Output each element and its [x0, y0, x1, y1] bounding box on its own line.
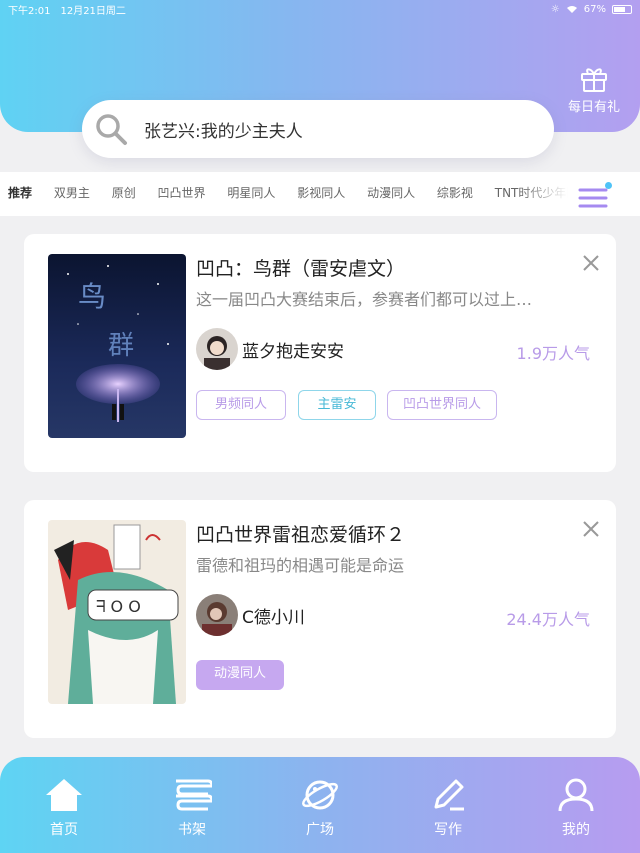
popularity-count: 24.4万人气 [506, 610, 590, 629]
book-description: 这一届凹凸大赛结束后，参赛者们都可以过上… [196, 290, 533, 309]
tab-double-male[interactable]: 双男主 [54, 184, 90, 201]
author-name[interactable]: C德小川 [242, 603, 305, 628]
status-date: 12月21日周二 [60, 5, 126, 17]
book-cover[interactable]: 鸟 群 [48, 254, 186, 438]
book-card[interactable]: ᖷ O O 凹凸世界雷祖恋爱循环２ 雷德和祖玛的相遇可能是命运 C德小川 24.… [24, 500, 616, 738]
brightness-icon: ☼ [550, 3, 560, 15]
tab-original[interactable]: 原创 [112, 184, 136, 201]
category-menu-button[interactable] [576, 182, 612, 210]
nav-mine-label: 我的 [562, 822, 590, 838]
book-title[interactable]: 凹凸：鸟群（雷安虐文） [196, 254, 405, 281]
notification-dot [605, 182, 612, 189]
search-text: 张艺兴:我的少主夫人 [144, 121, 303, 142]
svg-text:ᖷ O O: ᖷ O O [96, 597, 141, 616]
nav-bookshelf[interactable]: 书架 [152, 777, 232, 839]
daily-gift-button[interactable]: 每日有礼 [566, 66, 622, 115]
battery-percent: 67% [583, 3, 606, 15]
nav-home-label: 首页 [50, 822, 78, 838]
tag[interactable]: 凹凸世界同人 [387, 390, 497, 420]
bookshelf-icon [176, 779, 212, 811]
battery-icon [612, 4, 632, 14]
home-icon [46, 779, 82, 811]
tab-aotu-world[interactable]: 凹凸世界 [158, 184, 206, 201]
avatar[interactable] [196, 328, 238, 370]
nav-home[interactable]: 首页 [24, 777, 104, 839]
avatar[interactable] [196, 594, 238, 636]
nav-mine[interactable]: 我的 [536, 777, 616, 839]
tab-film-fanfic[interactable]: 影视同人 [297, 184, 345, 201]
popularity-count: 1.9万人气 [516, 344, 590, 363]
pen-icon [434, 779, 464, 811]
category-tabs: 推荐 双男主 原创 凹凸世界 明星同人 影视同人 动漫同人 综影视 TNT时代少… [0, 172, 640, 216]
book-cover[interactable]: ᖷ O O [48, 520, 186, 704]
book-author[interactable]: C德小川 [196, 594, 305, 636]
search-bar[interactable]: 张艺兴:我的少主夫人 [82, 100, 554, 158]
tab-multi-film[interactable]: 综影视 [437, 184, 473, 201]
status-time: 下午2:01 [8, 5, 51, 17]
bottom-navigation: 首页 书架 广场 写作 我的 [0, 757, 640, 853]
book-author[interactable]: 蓝夕抱走安安 [196, 328, 344, 370]
nav-square[interactable]: 广场 [280, 777, 360, 839]
close-icon[interactable] [582, 254, 600, 272]
tag[interactable]: 动漫同人 [196, 660, 284, 690]
nav-write[interactable]: 写作 [408, 777, 488, 839]
wifi-icon [566, 5, 577, 13]
status-bar: 下午2:01 12月21日周二 ☼ 67% [0, 0, 640, 18]
tab-star-fanfic[interactable]: 明星同人 [227, 184, 275, 201]
gift-label: 每日有礼 [567, 100, 620, 115]
tag[interactable]: 男频同人 [196, 390, 286, 420]
svg-text:鸟: 鸟 [78, 280, 106, 313]
nav-bookshelf-label: 书架 [178, 822, 206, 838]
author-name[interactable]: 蓝夕抱走安安 [242, 337, 344, 362]
gift-icon [581, 68, 607, 92]
search-icon [96, 114, 127, 145]
user-icon [558, 778, 594, 812]
book-card[interactable]: 鸟 群 凹凸：鸟群（雷安虐文） 这一届凹凸大赛结束后，参赛者们都可以过上… 蓝夕… [24, 234, 616, 472]
tag[interactable]: 主雷安 [298, 390, 376, 420]
tab-anime-fanfic[interactable]: 动漫同人 [367, 184, 415, 201]
svg-text:群: 群 [108, 331, 134, 361]
nav-square-label: 广场 [306, 822, 334, 838]
tab-recommend[interactable]: 推荐 [8, 184, 32, 201]
planet-icon [302, 780, 338, 810]
book-title[interactable]: 凹凸世界雷祖恋爱循环２ [196, 520, 405, 547]
close-icon[interactable] [582, 520, 600, 538]
book-description: 雷德和祖玛的相遇可能是命运 [196, 556, 405, 575]
nav-write-label: 写作 [434, 822, 462, 838]
